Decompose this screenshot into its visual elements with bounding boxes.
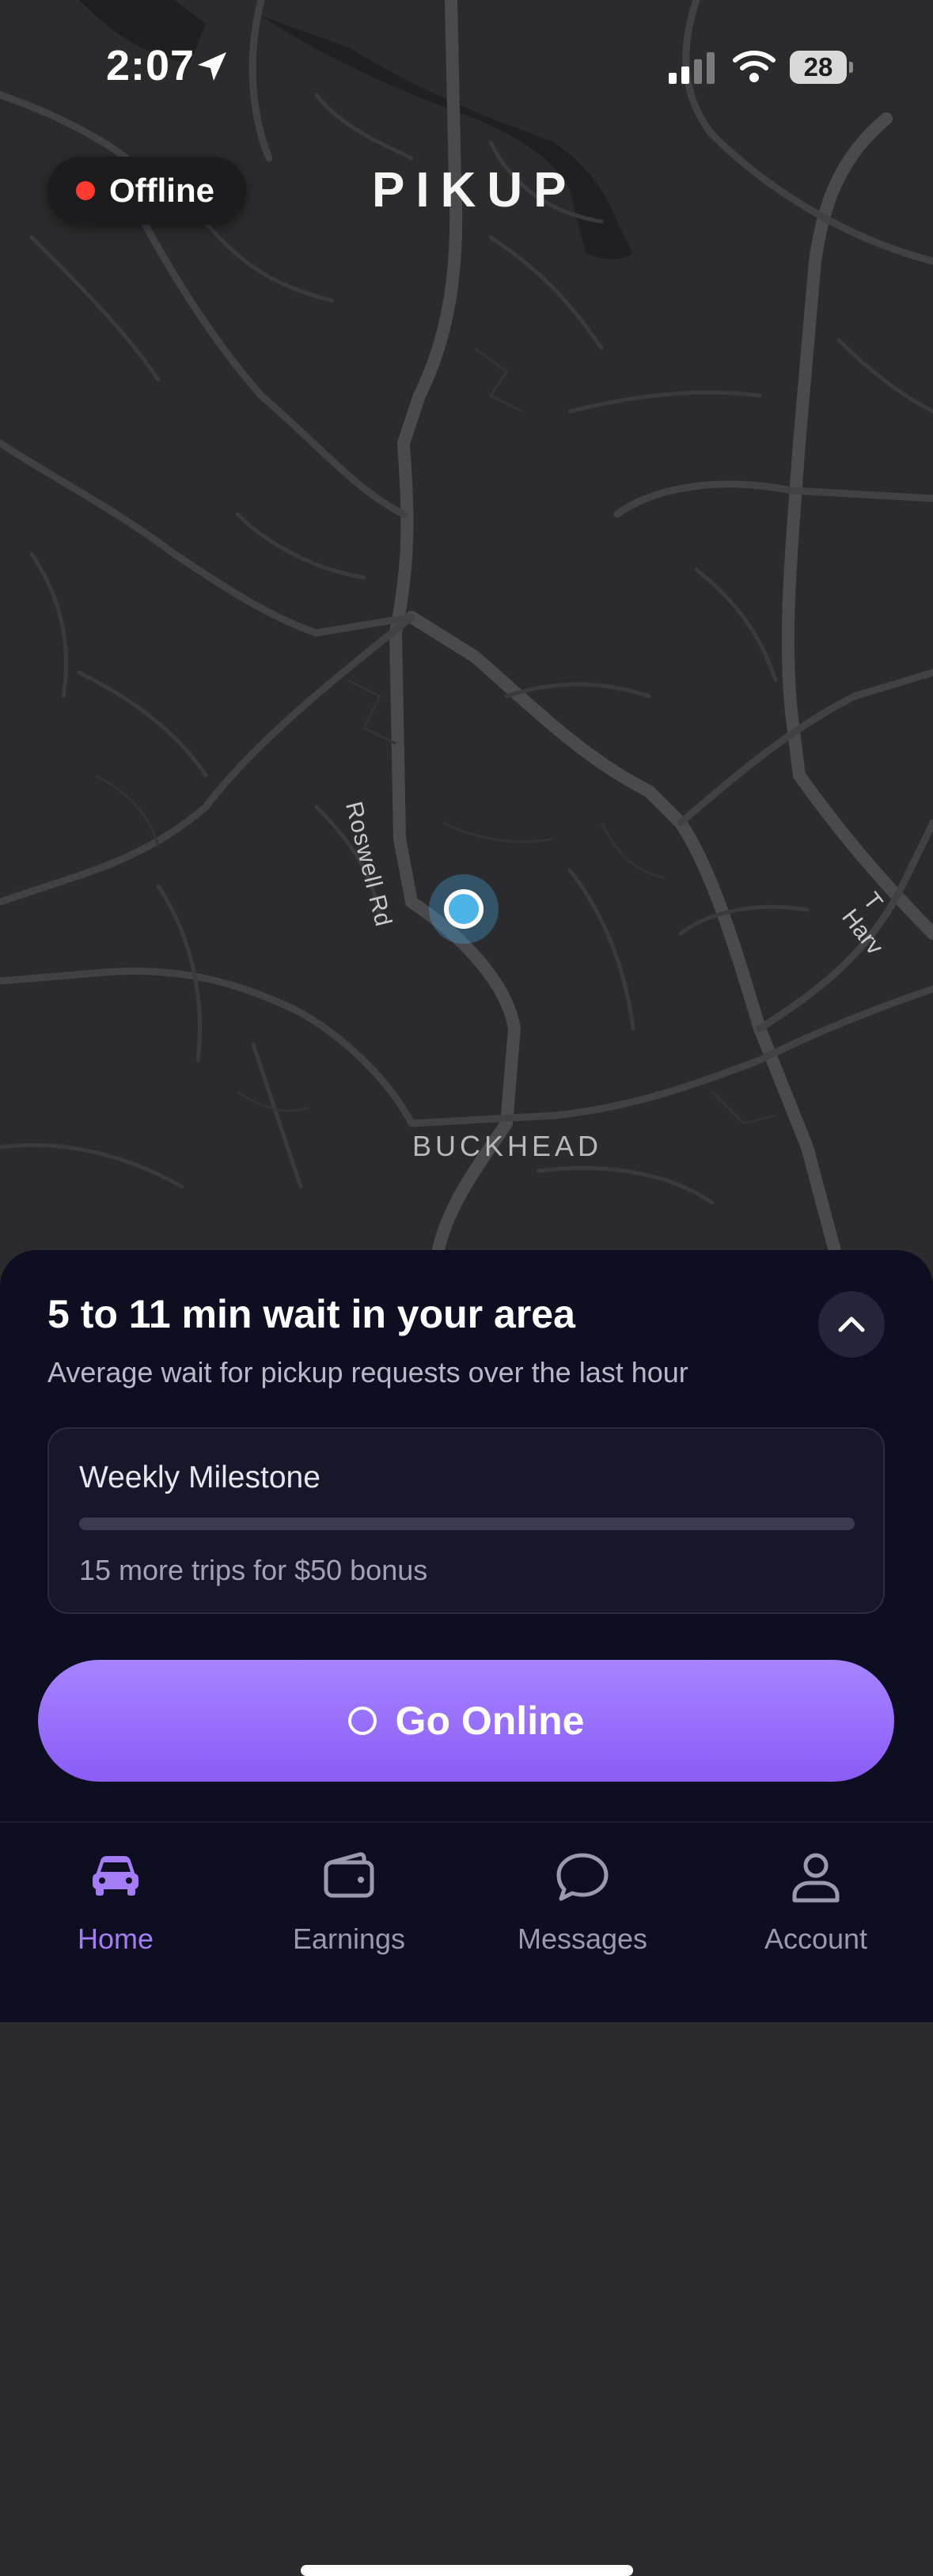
tab-home[interactable]: Home [21, 1823, 210, 1965]
location-arrow-icon [198, 52, 226, 81]
battery-icon: 28 [790, 51, 853, 84]
app-logo: PIKUP [372, 163, 578, 218]
go-online-label: Go Online [395, 1699, 585, 1743]
milestone-subtitle: 15 more trips for $50 bonus [79, 1554, 428, 1586]
map-area-label: BUCKHEAD [412, 1130, 603, 1162]
cellular-signal-icon [669, 52, 715, 84]
current-location-marker [429, 874, 499, 944]
chat-bubble-icon [556, 1853, 609, 1901]
battery-level: 28 [790, 51, 847, 84]
status-bar: 2:07 28 [0, 0, 933, 134]
wallet-icon [324, 1852, 374, 1898]
circle-icon [347, 1707, 377, 1735]
offline-dot-icon [76, 181, 95, 200]
wifi-icon [733, 51, 776, 82]
chevron-up-icon [838, 1316, 865, 1332]
tab-account-label: Account [764, 1923, 868, 1955]
milestone-title: Weekly Milestone [79, 1460, 320, 1494]
car-icon [93, 1856, 138, 1896]
tab-messages[interactable]: Messages [487, 1823, 677, 1965]
expand-sheet-button[interactable] [818, 1291, 885, 1358]
weekly-milestone-card[interactable]: Weekly Milestone 15 more trips for $50 b… [47, 1427, 885, 1614]
offline-status-pill[interactable]: Offline [47, 157, 246, 225]
wait-time-subtitle: Average wait for pickup requests over th… [47, 1356, 688, 1388]
home-indicator [301, 2565, 633, 2576]
tab-earnings-label: Earnings [292, 1923, 406, 1955]
tab-messages-label: Messages [517, 1923, 648, 1955]
offline-status-label: Offline [109, 172, 214, 209]
go-online-button[interactable]: Go Online [38, 1660, 894, 1782]
tab-account[interactable]: Account [721, 1823, 911, 1965]
wait-time-title: 5 to 11 min wait in your area [47, 1292, 575, 1336]
tab-earnings[interactable]: Earnings [254, 1823, 444, 1965]
person-icon [792, 1853, 840, 1903]
tab-bar: Home Earnings Messages Account [0, 1823, 933, 2576]
bottom-sheet: 5 to 11 min wait in your area Average wa… [0, 1250, 933, 2576]
tab-home-label: Home [77, 1923, 154, 1955]
status-time: 2:07 [106, 42, 195, 89]
milestone-progress-bar [79, 1517, 855, 1530]
